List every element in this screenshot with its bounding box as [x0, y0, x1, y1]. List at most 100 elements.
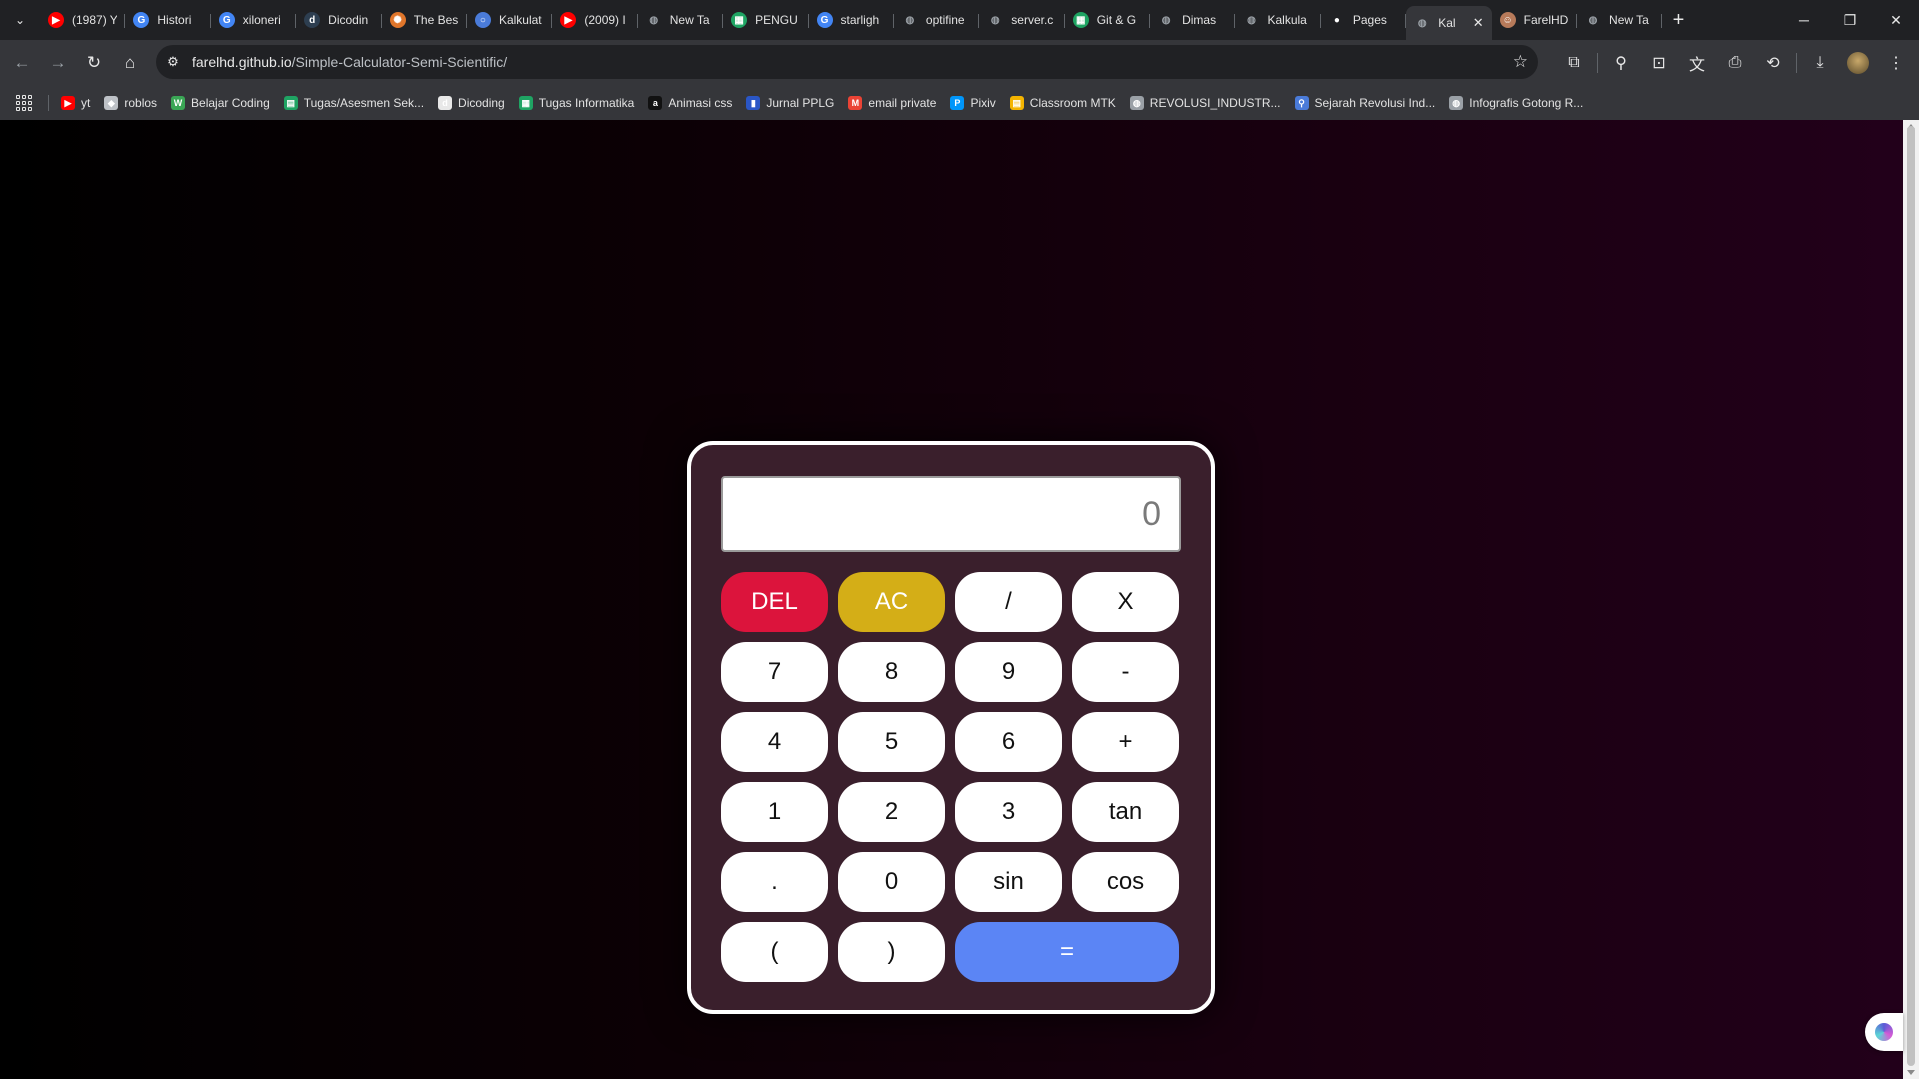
restore-icon[interactable]: ❐ [1827, 0, 1873, 40]
profile-avatar[interactable] [1839, 45, 1877, 81]
bookmark-item[interactable]: d Dicoding [438, 96, 505, 110]
key-close-paren-button[interactable]: ) [838, 922, 945, 982]
key-del-button[interactable]: DEL [721, 572, 828, 632]
download-icon[interactable]: ⤓ [1801, 45, 1839, 81]
key-tan-button[interactable]: tan [1072, 782, 1179, 842]
tab-title: Kalkula [1267, 13, 1307, 27]
translate-icon[interactable]: 文 [1678, 45, 1716, 81]
bookmark-item[interactable]: ▮ Jurnal PPLG [746, 96, 834, 110]
bookmark-item[interactable]: a Animasi css [648, 96, 732, 110]
scroll-thumb[interactable] [1907, 126, 1915, 1066]
bookmark-item[interactable]: ◍ Infografis Gotong R... [1449, 96, 1583, 110]
tab-6[interactable]: ▶ (2009) I [552, 4, 638, 36]
key-cos-button[interactable]: cos [1072, 852, 1179, 912]
tab-7[interactable]: ◍ New Ta [638, 4, 724, 36]
key-5-button[interactable]: 5 [838, 712, 945, 772]
bookmark-label: Classroom MTK [1029, 96, 1116, 110]
url-text[interactable]: farelhd.github.io/Simple-Calculator-Semi… [192, 54, 507, 70]
print-icon[interactable]: ⎙ [1716, 45, 1754, 81]
key-0-button[interactable]: 0 [838, 852, 945, 912]
bookmark-item[interactable]: ▦ Tugas Informatika [518, 96, 634, 110]
key-7-button[interactable]: 7 [721, 642, 828, 702]
key-4-button[interactable]: 4 [721, 712, 828, 772]
key-open-paren-button[interactable]: ( [721, 922, 828, 982]
key-9-button[interactable]: 9 [955, 642, 1062, 702]
apps-grid-icon[interactable] [16, 95, 32, 111]
tab-15[interactable]: ● Pages [1321, 4, 1407, 36]
key-divide-button[interactable]: / [955, 572, 1062, 632]
site-info-icon[interactable]: ⚙ [160, 49, 186, 75]
bookmark-item[interactable]: W Belajar Coding [171, 96, 270, 110]
bookmark-star-icon[interactable]: ☆ [1513, 52, 1528, 72]
home-icon[interactable]: ⌂ [112, 45, 148, 81]
tab-5[interactable]: ○ Kalkulat [467, 4, 553, 36]
bookmark-label: Dicoding [458, 96, 505, 110]
key-plus-button[interactable]: + [1072, 712, 1179, 772]
key-6-button[interactable]: 6 [955, 712, 1062, 772]
gmail-icon: M [848, 96, 863, 110]
key-sin-button[interactable]: sin [955, 852, 1062, 912]
globe-icon: ◍ [990, 14, 1000, 26]
bookmark-item[interactable]: ▶ yt [61, 96, 90, 110]
tab-13[interactable]: ◍ Dimas [1150, 4, 1236, 36]
google-icon: G [218, 12, 235, 28]
globe-icon: ◍ [1247, 14, 1256, 26]
close-window-icon[interactable]: ✕ [1873, 0, 1919, 40]
scroll-down-arrow-icon[interactable] [1907, 1070, 1915, 1075]
tab-8[interactable]: ▦ PENGU [723, 4, 809, 36]
key-multiply-button[interactable]: X [1072, 572, 1179, 632]
key-3-button[interactable]: 3 [955, 782, 1062, 842]
tab-10[interactable]: ◍ optifine [894, 4, 980, 36]
key-decimal-button[interactable]: . [721, 852, 828, 912]
incognito-icon[interactable]: ⚲ [1602, 45, 1640, 81]
floating-assistant-button[interactable] [1865, 1013, 1903, 1051]
bookmark-item[interactable]: ▤ Tugas/Asesmen Sek... [283, 96, 424, 110]
reload-icon[interactable]: ↻ [76, 45, 112, 81]
globe-icon: ◍ [1449, 96, 1464, 110]
key-2-button[interactable]: 2 [838, 782, 945, 842]
tab-search-chevron-icon[interactable]: ⌄ [6, 6, 34, 34]
youtube-icon: ▶ [61, 96, 75, 110]
tab-2[interactable]: Gxiloneri [211, 4, 297, 36]
close-tab-icon[interactable]: ✕ [1473, 15, 1484, 31]
bookmark-item[interactable]: ◍ REVOLUSI_INDUSTR... [1129, 96, 1281, 110]
tab-18[interactable]: ◍ New Ta [1577, 4, 1663, 36]
bookmark-item[interactable]: P Pixiv [950, 96, 996, 110]
globe-icon: ◍ [1417, 17, 1427, 29]
key-8-button[interactable]: 8 [838, 642, 945, 702]
back-icon[interactable]: ← [4, 45, 40, 81]
tab-14[interactable]: ◍ Kalkula [1235, 4, 1321, 36]
youtube-icon: ▶ [48, 12, 64, 28]
forward-icon[interactable]: → [40, 45, 76, 81]
bookmark-item[interactable]: Memail private [848, 96, 936, 110]
screenshot-icon[interactable]: ⊡ [1640, 45, 1678, 81]
bookmark-label: Jurnal PPLG [766, 96, 835, 110]
menu-kebab-icon[interactable]: ⋮ [1877, 45, 1915, 81]
history-icon[interactable]: ⟲ [1754, 45, 1792, 81]
bookmark-item[interactable]: ◆ roblos [104, 96, 157, 110]
bookmark-item[interactable]: ⚲ Sejarah Revolusi Ind... [1294, 96, 1435, 110]
key-1-button[interactable]: 1 [721, 782, 828, 842]
tab-16[interactable]: ◍ Kal ✕ [1406, 6, 1492, 40]
tab-3[interactable]: d Dicodin [296, 4, 382, 36]
page-background: 0 DEL AC / X 7 8 9-4 5 6 +1 2 3 tan. 0 sin cos() = [0, 120, 1903, 1079]
extensions-icon[interactable]: ⧉ [1555, 45, 1593, 81]
page-scrollbar[interactable] [1903, 120, 1919, 1079]
tab-17[interactable]: ☺ FarelHD [1492, 4, 1578, 36]
address-bar[interactable]: ⚙ farelhd.github.io/Simple-Calculator-Se… [156, 45, 1538, 79]
tab-title: New Ta [1609, 13, 1649, 27]
tab-12[interactable]: ▦ Git & G [1065, 4, 1151, 36]
calculator-display[interactable]: 0 [721, 476, 1181, 552]
tab-0[interactable]: ▶ (1987) Y [40, 4, 126, 36]
key-ac-button[interactable]: AC [838, 572, 945, 632]
new-tab-button[interactable]: + [1664, 6, 1692, 34]
tab-1[interactable]: G Histori [125, 4, 211, 36]
tab-11[interactable]: ◍ server.c [979, 4, 1065, 36]
key-minus-button[interactable]: - [1072, 642, 1179, 702]
tab-title: FarelHD [1523, 13, 1569, 27]
key-equals-button[interactable]: = [955, 922, 1179, 982]
tab-4[interactable]: ✺ The Bes [382, 4, 467, 36]
minimize-icon[interactable]: ─ [1781, 0, 1827, 40]
bookmark-item[interactable]: ▤ Classroom MTK [1009, 96, 1116, 110]
tab-9[interactable]: Gstarligh [809, 4, 894, 36]
